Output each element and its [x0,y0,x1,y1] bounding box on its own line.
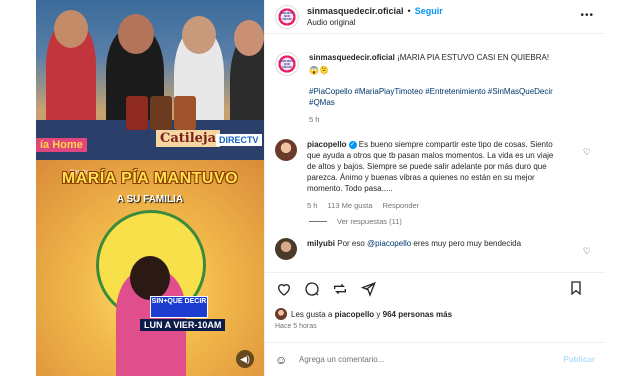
product-jar [126,96,148,130]
video-subtitle: A SU FAMILIA [116,194,184,205]
caption-text: sinmasquedecir.oficial ¡MARIA PIA ESTUVO… [309,52,571,125]
view-replies-button[interactable]: Ver respuestas (11) [309,217,595,226]
account-avatar[interactable]: SIN MÁS QUE DECIR [275,4,299,29]
likes-user[interactable]: piacopello [335,310,375,319]
host-3-head [182,16,216,54]
post-time: Hace 5 horas [275,323,317,330]
caption-body: ¡MARIA PIA ESTUVO CASI EN QUIEBRA! [397,53,550,62]
comment-meta: 5 h 113 Me gusta Responder [307,200,557,211]
video-title: MARÍA PÍA MANTUVO [61,170,239,187]
post-header: SIN MÁS QUE DECIR sinmasquedecir.oficial… [265,0,604,34]
account-avatar[interactable]: SIN MÁS QUE DECIR [275,52,299,76]
emoji-icon[interactable]: ☺ [275,353,291,367]
header-text: sinmasquedecir.oficial • Seguir Audio orig… [307,4,443,29]
caption-time: 5 h [309,114,571,125]
host-4-head [234,20,264,56]
sponsor-sign-home: ía Home [36,138,87,152]
view-replies-label: Ver respuestas (11) [337,217,402,226]
commenter-avatar[interactable] [275,139,297,161]
liker-avatar [275,308,287,320]
product-jar [174,96,196,130]
instagram-post-modal: ía Home Catileja DIRECTV Directo MARÍA P… [0,0,640,376]
mute-icon[interactable]: ◀) [236,350,254,368]
likes-prefix: Les gusta a [291,309,333,319]
replies-line [309,221,327,222]
post-details-panel: SIN MÁS QUE DECIR sinmasquedecir.oficial… [264,0,605,376]
heart-icon[interactable]: ♡ [583,147,591,158]
comment-likes[interactable]: 113 Me gusta [328,201,373,210]
comments-list[interactable]: SIN MÁS QUE DECIR sinmasquedecir.oficial… [265,44,605,272]
caption-row: SIN MÁS QUE DECIR sinmasquedecir.oficial… [275,52,595,125]
comment-username[interactable]: piacopello [307,140,347,149]
sponsor-sign-directv: DIRECTV [216,134,262,146]
comment-mention[interactable]: @piacopello [367,239,411,248]
comment-username[interactable]: milyubi [307,239,335,248]
show-logo: SIN+QUE DECIR [150,296,208,318]
heart-icon[interactable]: ♡ [583,246,591,257]
follow-button[interactable]: Seguir [415,6,443,16]
avatar-logo-text: SIN MÁS QUE DECIR [280,11,294,21]
reel-video[interactable]: ía Home Catileja DIRECTV Directo MARÍA P… [36,0,264,376]
commenter-avatar[interactable] [275,238,297,260]
audio-link[interactable]: Audio original [307,17,443,29]
publish-button[interactable]: Publicar [563,355,595,364]
host-2-head [118,14,154,54]
comment-row: milyubi Por eso @piacopello eres muy per… [275,238,595,260]
comment-icon[interactable] [303,280,321,298]
product-jar [150,96,172,130]
caption-username[interactable]: sinmasquedecir.oficial [309,53,395,62]
heart-icon[interactable] [275,280,293,298]
more-icon[interactable]: ••• [580,10,594,21]
caption-hashtags[interactable]: #PiaCopello #MariaPiayTimoteo #Entreteni… [309,86,571,108]
separator-dot: • [407,6,411,16]
sponsor-sign-catleja: Catileja [156,130,221,147]
action-bar [265,272,605,298]
comment-time: 5 h [307,201,318,210]
comment-row: piacopello ✓ Es bueno siempre compartir e… [275,139,595,211]
likes-count[interactable]: 964 personas más [383,310,452,319]
bookmark-icon[interactable] [567,279,585,297]
guest-head [130,256,170,300]
share-icon[interactable] [359,280,377,298]
schedule-banner: LUN A VIER-10AM [140,319,226,331]
comment-input[interactable] [299,355,564,364]
likes-middle: y [376,309,381,319]
comment-body: Por eso [337,239,368,248]
likes-summary[interactable]: Les gusta a piacopello y 964 personas má… [275,308,452,320]
host-1-head [54,10,88,48]
right-margin [604,0,640,376]
comment-text: milyubi Por eso @piacopello eres muy per… [307,238,557,260]
comment-body: eres muy pero muy bendecida [411,239,522,248]
left-margin [0,0,36,376]
caption-time-text: 5 h [309,115,320,124]
caption-emojis: 😱🫠 [309,66,329,75]
comment-text: piacopello ✓ Es bueno siempre compartir e… [307,139,557,211]
account-username[interactable]: sinmasquedecir.oficial [307,6,404,16]
avatar-logo-text: SIN MÁS QUE DECIR [280,58,294,69]
repost-icon[interactable] [331,280,349,298]
add-comment-bar: ☺ Publicar [265,342,605,376]
reply-button[interactable]: Responder [383,201,420,210]
verified-icon: ✓ [348,140,357,149]
